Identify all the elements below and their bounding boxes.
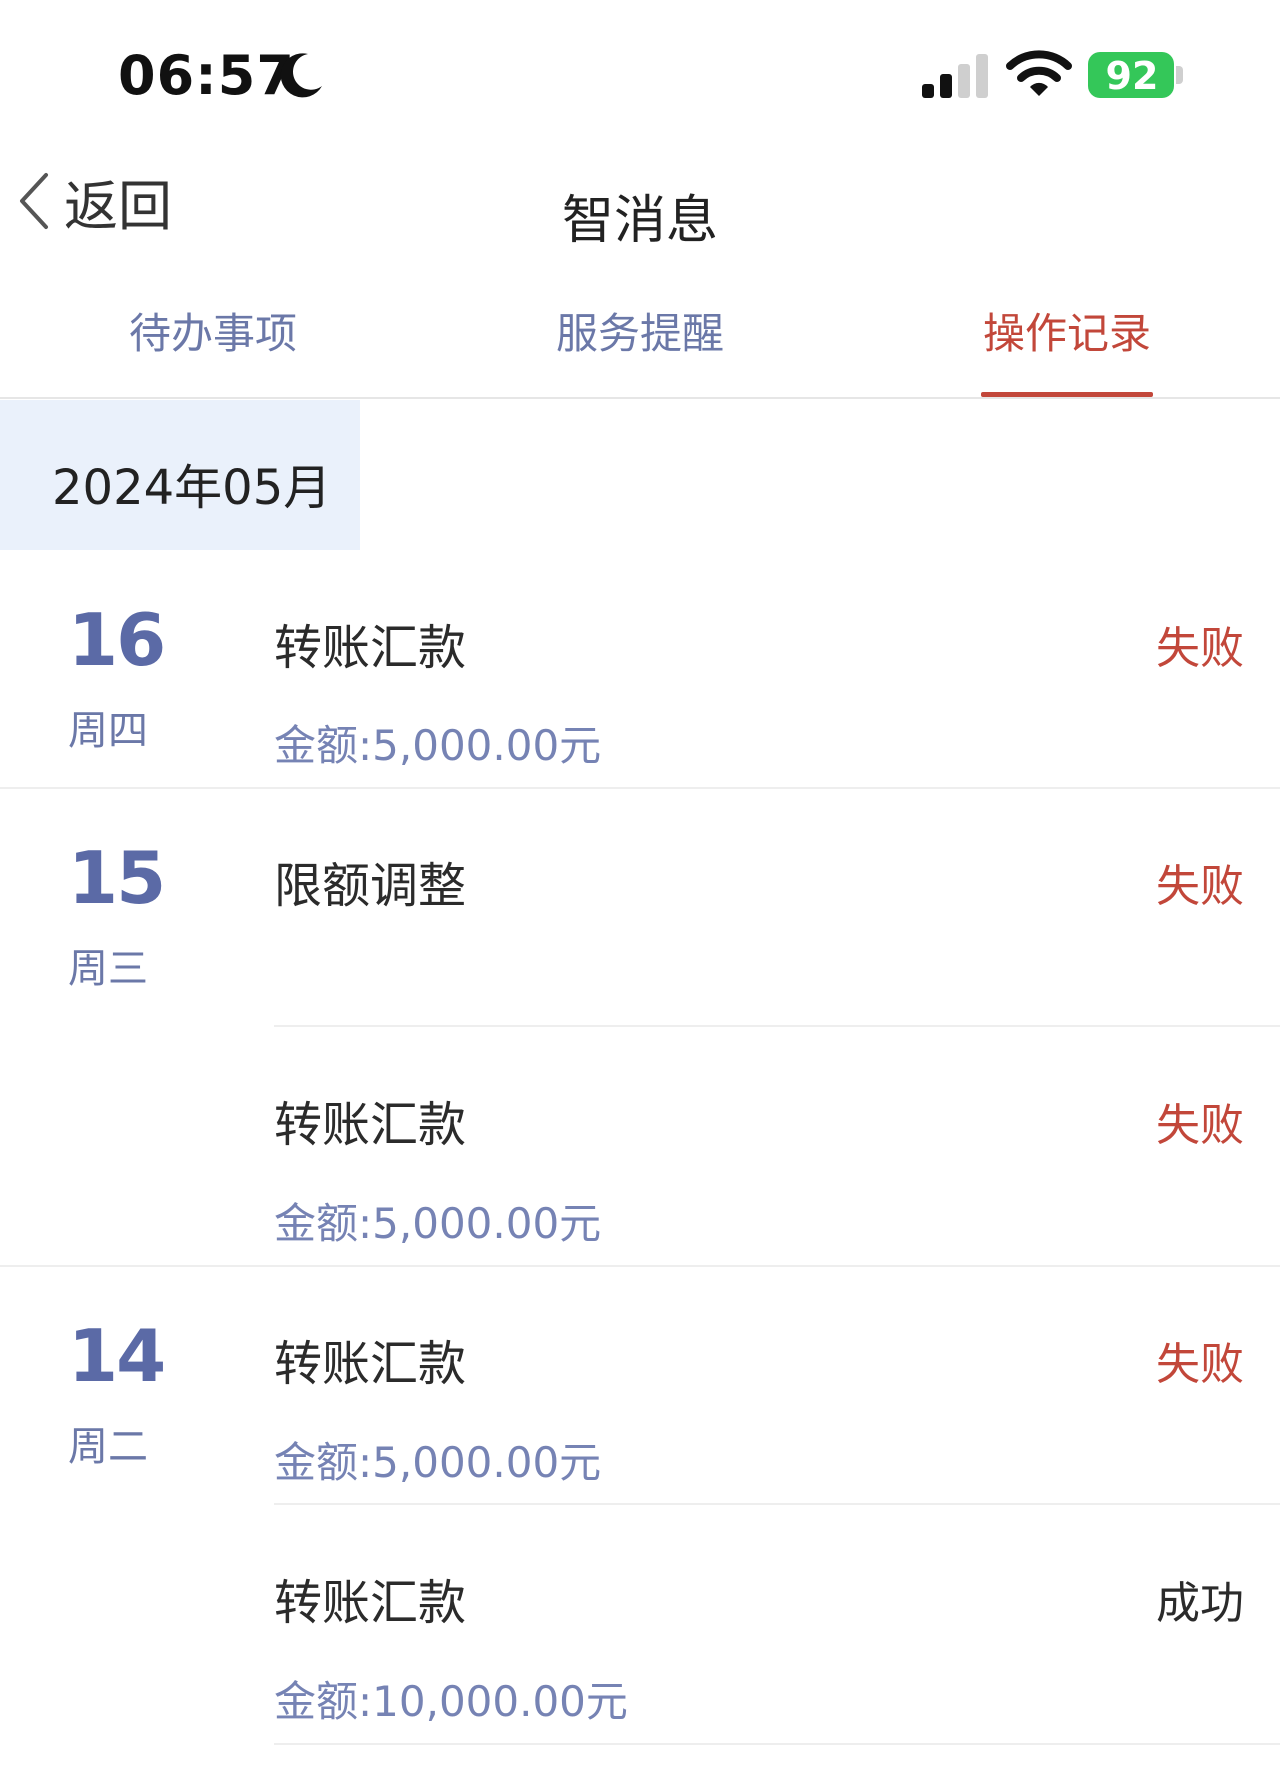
record-status: 失败 bbox=[1156, 623, 1244, 674]
record-amount: 金额:5,000.00元 bbox=[274, 721, 602, 770]
tab-todo[interactable]: 待办事项 bbox=[93, 300, 333, 361]
record-amount: 金额:5,000.00元 bbox=[274, 1199, 602, 1248]
tab-divider bbox=[0, 397, 1280, 399]
day-number: 14 bbox=[68, 1314, 166, 1398]
record-amount: 金额:10,000.00元 bbox=[274, 1677, 628, 1726]
divider bbox=[274, 1503, 1280, 1505]
record-status: 失败 bbox=[1156, 1339, 1244, 1390]
day-weekday: 周三 bbox=[68, 946, 148, 992]
battery-charging-icon: 92 bbox=[1088, 52, 1184, 100]
day-weekday: 周四 bbox=[68, 708, 148, 754]
page-title: 智消息 bbox=[561, 191, 718, 251]
divider bbox=[274, 1025, 1280, 1027]
record-status: 失败 bbox=[1156, 1100, 1244, 1151]
day-number: 16 bbox=[68, 598, 166, 682]
record-title[interactable]: 转账汇款 bbox=[274, 1085, 466, 1155]
record-amount: 金额:5,000.00元 bbox=[274, 1438, 602, 1487]
day-number: 15 bbox=[68, 836, 166, 920]
record-title[interactable]: 限额调整 bbox=[274, 846, 466, 916]
day-weekday: 周二 bbox=[68, 1424, 148, 1470]
record-title[interactable]: 转账汇款 bbox=[274, 1563, 466, 1633]
record-title[interactable]: 转账汇款 bbox=[274, 1324, 466, 1394]
divider bbox=[0, 787, 1280, 789]
tab-operation-record[interactable]: 操作记录 bbox=[947, 300, 1187, 361]
tab-service-reminder[interactable]: 服务提醒 bbox=[520, 300, 760, 361]
wifi-icon bbox=[1006, 50, 1072, 96]
battery-level: 92 bbox=[1105, 54, 1159, 98]
month-label: 2024年05月 bbox=[52, 460, 332, 516]
record-status: 失败 bbox=[1156, 861, 1244, 912]
moon-icon bbox=[280, 53, 322, 98]
record-title[interactable]: 转账汇款 bbox=[274, 608, 466, 678]
status-time: 06:57 bbox=[118, 44, 295, 107]
record-status: 成功 bbox=[1156, 1578, 1244, 1629]
divider bbox=[0, 1265, 1280, 1267]
divider bbox=[274, 1743, 1280, 1745]
cellular-signal-icon bbox=[922, 54, 988, 98]
